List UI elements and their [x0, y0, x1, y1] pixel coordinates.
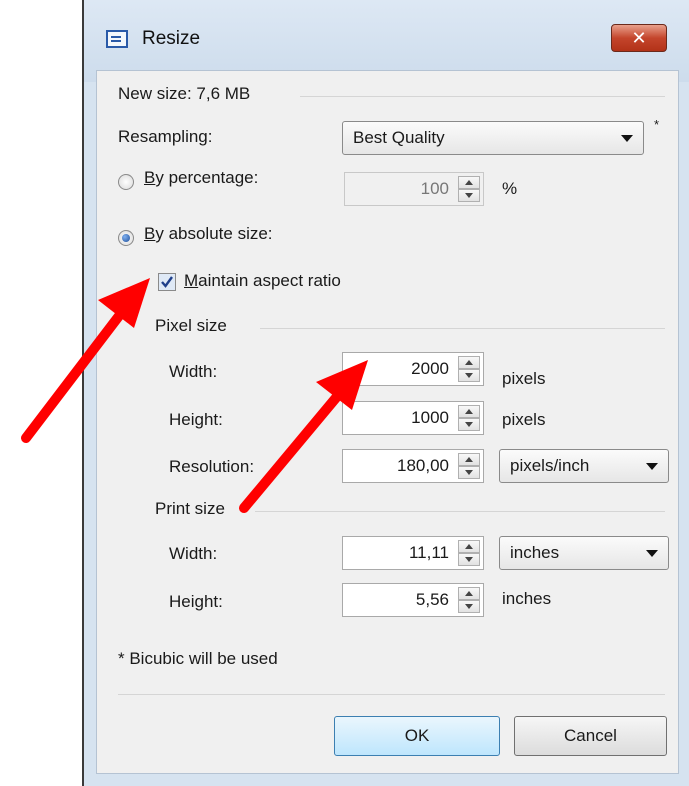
- annotation-arrow-checkbox: [21, 278, 150, 443]
- annotation-arrow-width: [239, 360, 368, 513]
- annotation-arrows: [21, 278, 368, 513]
